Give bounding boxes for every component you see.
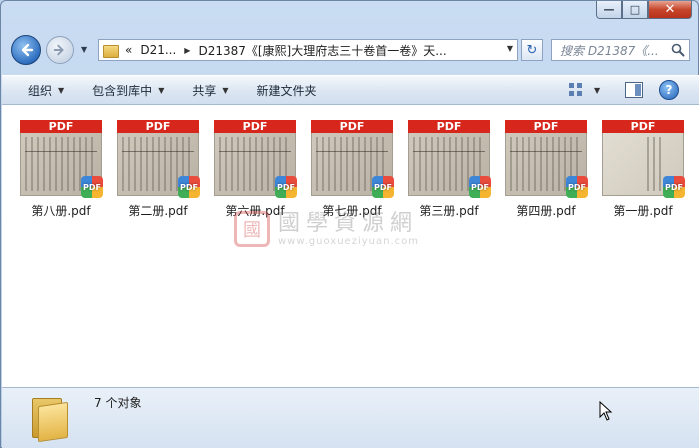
- pdf-header: PDF: [602, 120, 684, 133]
- watermark: 國 國學資源網 www.guoxueziyuan.com: [234, 209, 474, 249]
- address-segment-parent[interactable]: D21...: [140, 43, 176, 57]
- include-in-library-menu[interactable]: 包含到库中 ▼: [78, 75, 178, 105]
- view-icon: [569, 83, 582, 96]
- file-item[interactable]: PDF PDF 第六册.pdf: [210, 120, 300, 219]
- watermark-seal-icon: 國: [234, 211, 270, 247]
- chevron-down-icon[interactable]: ▼: [594, 86, 600, 95]
- folder-icon: [103, 43, 119, 58]
- share-menu[interactable]: 共享 ▼: [178, 75, 242, 105]
- file-item[interactable]: PDF PDF 第四册.pdf: [501, 120, 591, 219]
- pdf-app-icon: PDF: [469, 176, 491, 198]
- pdf-app-icon: PDF: [275, 176, 297, 198]
- pdf-thumbnail: PDF PDF: [214, 120, 297, 198]
- preview-pane-button[interactable]: [625, 82, 643, 98]
- share-label: 共享: [192, 83, 217, 98]
- pdf-thumbnail: PDF PDF: [20, 120, 103, 198]
- new-folder-label: 新建文件夹: [256, 83, 317, 98]
- address-overflow[interactable]: «: [125, 43, 132, 57]
- folder-icon: [30, 396, 70, 443]
- pdf-app-icon: PDF: [372, 176, 394, 198]
- pdf-app-icon: PDF: [566, 176, 588, 198]
- pdf-header: PDF: [505, 120, 587, 133]
- include-in-library-label: 包含到库中: [92, 83, 153, 98]
- item-count: 7 个对象: [94, 396, 142, 410]
- file-item[interactable]: PDF PDF 第一册.pdf: [598, 120, 688, 219]
- pdf-header: PDF: [117, 120, 199, 133]
- address-segment-current[interactable]: D21387《[康熙]大理府志三十卷首一卷》天...: [198, 42, 446, 59]
- maximize-button[interactable]: □: [622, 1, 648, 19]
- pdf-thumbnail: PDF PDF: [311, 120, 394, 198]
- minimize-icon: —: [603, 3, 615, 16]
- pdf-app-icon: PDF: [81, 176, 103, 198]
- new-folder-button[interactable]: 新建文件夹: [243, 75, 331, 105]
- pdf-thumbnail: PDF PDF: [505, 120, 588, 198]
- file-name: 第一册.pdf: [613, 204, 673, 218]
- file-item[interactable]: PDF PDF 第三册.pdf: [404, 120, 494, 219]
- refresh-icon: ↻: [526, 42, 538, 58]
- pdf-thumbnail: PDF PDF: [117, 120, 200, 198]
- chevron-down-icon: ▼: [158, 85, 165, 95]
- chevron-right-icon[interactable]: ▶: [184, 46, 190, 55]
- organize-menu[interactable]: 组织 ▼: [2, 75, 78, 105]
- file-item[interactable]: PDF PDF 第七册.pdf: [307, 120, 397, 219]
- caption-buttons: — □ ✕: [596, 1, 692, 19]
- explorer-window: — □ ✕ ▼ « D21... ▶ D21387《[康熙]大理府志三十卷首一卷…: [0, 0, 699, 448]
- pdf-thumbnail: PDF PDF: [602, 120, 685, 198]
- pdf-header: PDF: [20, 120, 102, 133]
- pdf-app-icon: PDF: [663, 176, 685, 198]
- watermark-url: www.guoxueziyuan.com: [278, 235, 419, 247]
- pdf-header: PDF: [408, 120, 490, 133]
- close-button[interactable]: ✕: [648, 1, 692, 19]
- chevron-down-icon: ▼: [58, 85, 65, 95]
- mouse-cursor-icon: [599, 401, 613, 421]
- help-icon: ?: [665, 83, 673, 97]
- close-icon: ✕: [664, 2, 676, 17]
- minimize-button[interactable]: —: [596, 1, 622, 19]
- arrow-left-icon: [21, 43, 34, 57]
- search-icon[interactable]: [671, 43, 685, 57]
- file-item[interactable]: PDF PDF 第八册.pdf: [16, 120, 106, 219]
- change-view-button[interactable]: ▼: [568, 82, 600, 98]
- refresh-button[interactable]: ↻: [521, 39, 543, 61]
- file-name: 第二册.pdf: [128, 204, 188, 218]
- watermark-chinese: 國學資源網: [278, 210, 419, 236]
- back-button[interactable]: [11, 35, 41, 65]
- pdf-header: PDF: [311, 120, 393, 133]
- pdf-header: PDF: [214, 120, 296, 133]
- maximize-icon: □: [629, 3, 641, 16]
- recent-pages-dropdown[interactable]: ▼: [81, 45, 87, 54]
- help-button[interactable]: ?: [659, 80, 679, 100]
- forward-button[interactable]: [46, 36, 74, 64]
- chevron-down-icon: ▼: [222, 85, 229, 95]
- details-pane: 7 个对象: [2, 387, 699, 448]
- arrow-right-icon: [53, 44, 64, 56]
- file-item[interactable]: PDF PDF 第二册.pdf: [113, 120, 203, 219]
- address-dropdown[interactable]: ▼: [507, 44, 513, 53]
- pdf-thumbnail: PDF PDF: [408, 120, 491, 198]
- pdf-app-icon: PDF: [178, 176, 200, 198]
- organize-label: 组织: [28, 83, 53, 98]
- file-name: 第八册.pdf: [31, 204, 91, 218]
- search-input[interactable]: 搜索 D21387《...: [560, 42, 672, 59]
- address-bar[interactable]: « D21... ▶ D21387《[康熙]大理府志三十卷首一卷》天... ▼: [98, 39, 518, 61]
- file-list: PDF PDF 第八册.pdf PDF PDF 第二册.pdf PDF PDF …: [2, 105, 699, 387]
- search-box[interactable]: 搜索 D21387《...: [551, 39, 690, 61]
- command-bar: 组织 ▼ 包含到库中 ▼ 共享 ▼ 新建文件夹 ▼ ?: [2, 75, 699, 105]
- file-name: 第四册.pdf: [516, 204, 576, 218]
- navigation-bar: ▼ « D21... ▶ D21387《[康熙]大理府志三十卷首一卷》天... …: [1, 31, 699, 67]
